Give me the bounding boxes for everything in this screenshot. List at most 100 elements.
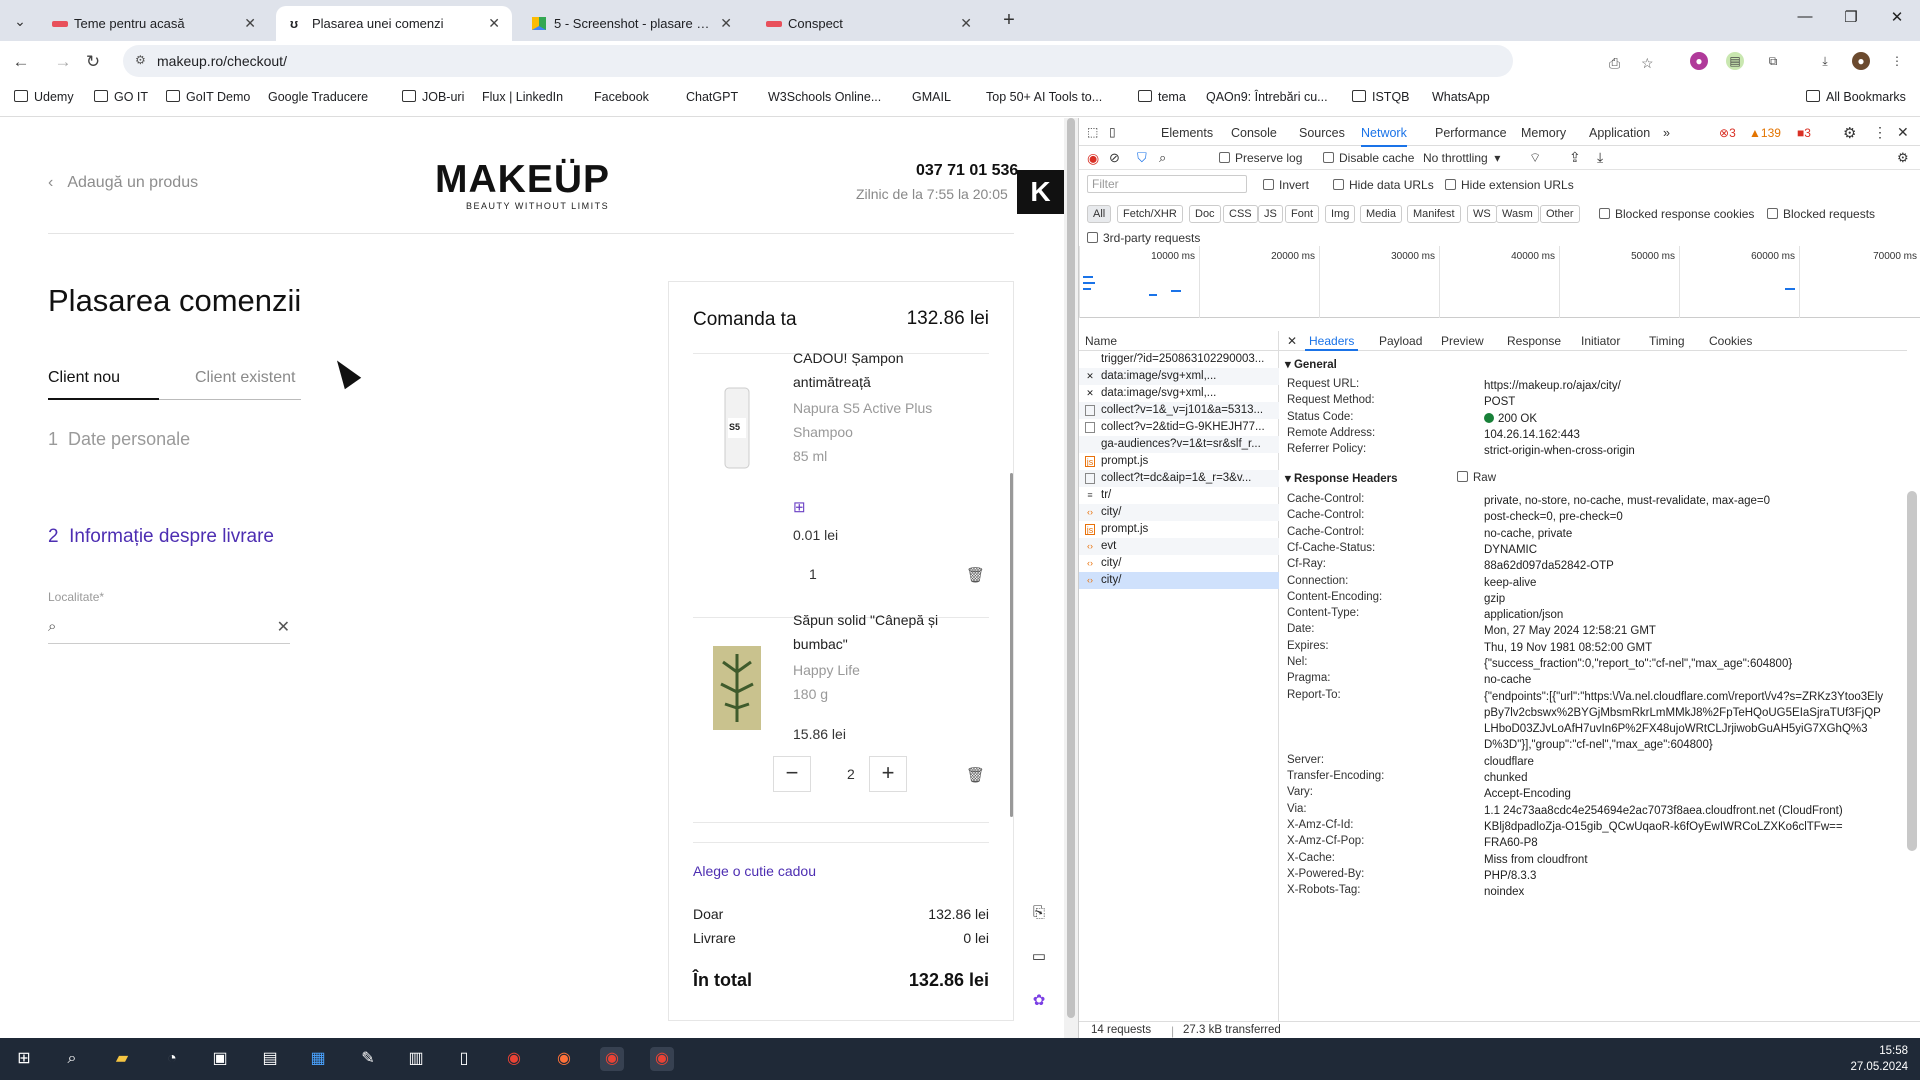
tab-payload[interactable]: Payload — [1379, 334, 1422, 348]
bookmark-job[interactable]: JOB-uri — [402, 90, 464, 104]
close-devtools-icon[interactable]: ✕ — [1897, 124, 1909, 141]
tab-preview[interactable]: Preview — [1441, 334, 1484, 348]
k-badge[interactable]: K — [1017, 170, 1064, 214]
warning-count[interactable]: ▲139 — [1749, 126, 1781, 140]
tab-client-existent[interactable]: Client existent — [195, 369, 296, 387]
tab-screenshot[interactable]: 5 - Screenshot - plasare comanda ✕ — [518, 6, 744, 41]
device-toolbar-icon[interactable]: ▯ — [1109, 125, 1116, 139]
reader-icon[interactable]: ▭ — [1026, 944, 1052, 970]
document-app-icon[interactable]: ▤ — [258, 1047, 282, 1071]
bookmark-tema[interactable]: tema — [1138, 90, 1186, 104]
tab-console[interactable]: Console — [1231, 126, 1277, 140]
product-quantity[interactable]: 2 — [847, 766, 855, 782]
bookmark-w3schools[interactable]: W3Schools Online... — [768, 90, 1217, 142]
close-tab-icon[interactable]: ✕ — [244, 6, 256, 41]
notepad-icon[interactable]: ▯ — [452, 1047, 476, 1071]
bookmark-star-icon[interactable]: ☆ — [1641, 55, 1654, 72]
tab-elements[interactable]: Elements — [1161, 126, 1213, 140]
tab-teme[interactable]: Teme pentru acasă ✕ — [38, 6, 268, 41]
profile-avatar[interactable]: ● — [1852, 52, 1870, 70]
request-row-selected[interactable]: ‹› city/ — [1079, 572, 1279, 589]
minimize-icon[interactable]: — — [1790, 8, 1820, 32]
downloads-icon[interactable]: ⤓ — [1816, 52, 1834, 70]
product-image[interactable] — [707, 642, 767, 732]
request-row[interactable]: ✕ data:image/svg+xml,... — [1079, 385, 1279, 402]
chip-js[interactable]: JS — [1258, 205, 1283, 223]
paint-app-icon[interactable]: ✎ — [356, 1047, 380, 1071]
checkbox[interactable] — [1263, 179, 1274, 190]
chip-manifest[interactable]: Manifest — [1407, 205, 1461, 223]
bookmark-udemy[interactable]: Udemy — [14, 90, 74, 104]
search-icon[interactable]: ⌕ — [60, 1047, 84, 1071]
bookmark-whatsapp[interactable]: WhatsApp — [1432, 90, 1881, 142]
new-tab-plus-icon[interactable]: + — [995, 6, 1023, 34]
tab-headers[interactable]: Headers — [1304, 334, 1359, 351]
raw-checkbox[interactable]: Raw — [1457, 471, 1496, 484]
bookmark-linkedin[interactable]: Flux | LinkedIn — [482, 90, 931, 142]
import-har-icon[interactable]: ⇪ — [1569, 149, 1581, 166]
windows-start-icon[interactable]: ⊞ — [12, 1047, 36, 1071]
issue-count[interactable]: ■3 — [1797, 126, 1811, 140]
product-name[interactable]: Săpun solid "Cânepă și bumbac" — [793, 608, 973, 656]
request-row[interactable]: js prompt.js — [1079, 521, 1279, 538]
trash-icon[interactable]: 🗑 — [966, 766, 985, 784]
address-bar[interactable]: ⚙ makeup.ro/checkout/ ⎙ ☆ — [123, 45, 1654, 77]
extension-icon[interactable]: ● — [1690, 52, 1708, 70]
export-har-icon[interactable]: ⤓ — [1597, 149, 1603, 166]
bookmark-ai-tools[interactable]: Top 50+ AI Tools to... — [986, 90, 1435, 142]
request-row[interactable]: js prompt.js — [1079, 453, 1279, 470]
tab-plasarea[interactable]: ʊ Plasarea unei comenzi ✕ — [276, 6, 512, 41]
general-section[interactable]: ▾ General — [1285, 357, 1337, 371]
product-name[interactable]: CADOU! Șampon antimătreață — [793, 346, 973, 394]
bookmark-goit-demo[interactable]: GoIT Demo — [166, 90, 250, 104]
request-row[interactable]: ‹› city/ — [1079, 504, 1279, 521]
chip-font[interactable]: Font — [1285, 205, 1320, 223]
more-tabs-icon[interactable]: » — [1663, 126, 1670, 140]
checkbox[interactable] — [1599, 208, 1610, 219]
request-row[interactable]: ‹› city/ — [1079, 555, 1279, 572]
scrollbar-thumb[interactable] — [1067, 118, 1075, 1018]
all-bookmarks[interactable]: All Bookmarks — [1806, 90, 1906, 104]
disable-cache-checkbox[interactable]: Disable cache — [1323, 151, 1414, 165]
forward-arrow-icon[interactable]: → — [50, 49, 76, 75]
bookmark-gmail[interactable]: GMAIL — [912, 90, 1361, 142]
filter-input[interactable]: Filter — [1087, 175, 1247, 193]
add-product-link[interactable]: ‹ Adaugă un produs — [48, 174, 198, 192]
tab-search-chevron-icon[interactable]: ⌄ — [8, 10, 32, 32]
close-window-icon[interactable]: ✕ — [1882, 8, 1912, 32]
request-row[interactable]: collect?t=dc&aip=1&_r=3&v... — [1079, 470, 1279, 487]
close-tab-icon[interactable]: ✕ — [488, 6, 500, 41]
checkbox[interactable] — [1087, 232, 1098, 243]
checkbox[interactable] — [1445, 179, 1456, 190]
tab-memory[interactable]: Memory — [1521, 126, 1566, 140]
reload-icon[interactable]: ↻ — [80, 49, 106, 75]
details-scrollbar[interactable] — [1907, 491, 1917, 851]
hide-extension-urls-checkbox[interactable]: Hide extension URLs — [1445, 178, 1574, 192]
checkbox[interactable] — [1323, 152, 1334, 163]
file-explorer-icon[interactable]: ▰ — [110, 1047, 134, 1071]
page-scrollbar[interactable] — [1064, 118, 1078, 1038]
response-headers-section[interactable]: ▾ Response Headers — [1285, 471, 1398, 485]
restore-icon[interactable]: ❐ — [1836, 8, 1866, 32]
tab-network[interactable]: Network — [1361, 126, 1407, 147]
bookmark-goit[interactable]: GO IT — [94, 90, 148, 104]
tab-client-nou[interactable]: Client nou — [48, 369, 120, 387]
checkbox[interactable] — [1219, 152, 1230, 163]
close-details-icon[interactable]: ✕ — [1287, 334, 1297, 348]
assistant-icon[interactable]: ✿ — [1026, 988, 1052, 1014]
tab-initiator[interactable]: Initiator — [1581, 334, 1620, 348]
tab-cookies[interactable]: Cookies — [1709, 334, 1752, 348]
firefox-icon[interactable]: ◉ — [552, 1047, 576, 1071]
network-settings-icon[interactable]: ⚙ — [1897, 150, 1909, 166]
tab-sources[interactable]: Sources — [1299, 126, 1345, 140]
blocked-requests-checkbox[interactable]: Blocked requests — [1767, 207, 1875, 221]
third-party-checkbox[interactable]: 3rd-party requests — [1087, 231, 1200, 245]
chip-ws[interactable]: WS — [1467, 205, 1497, 223]
clear-icon[interactable]: ✕ — [277, 617, 290, 637]
chip-all[interactable]: All — [1087, 205, 1112, 223]
url-text[interactable]: makeup.ro/checkout/ — [157, 53, 287, 69]
inspect-element-icon[interactable]: ⬚ — [1087, 125, 1098, 139]
clock-app-icon[interactable]: ◔ — [160, 1047, 184, 1071]
chrome-active-icon[interactable]: ◉ — [600, 1047, 624, 1071]
chip-media[interactable]: Media — [1360, 205, 1402, 223]
